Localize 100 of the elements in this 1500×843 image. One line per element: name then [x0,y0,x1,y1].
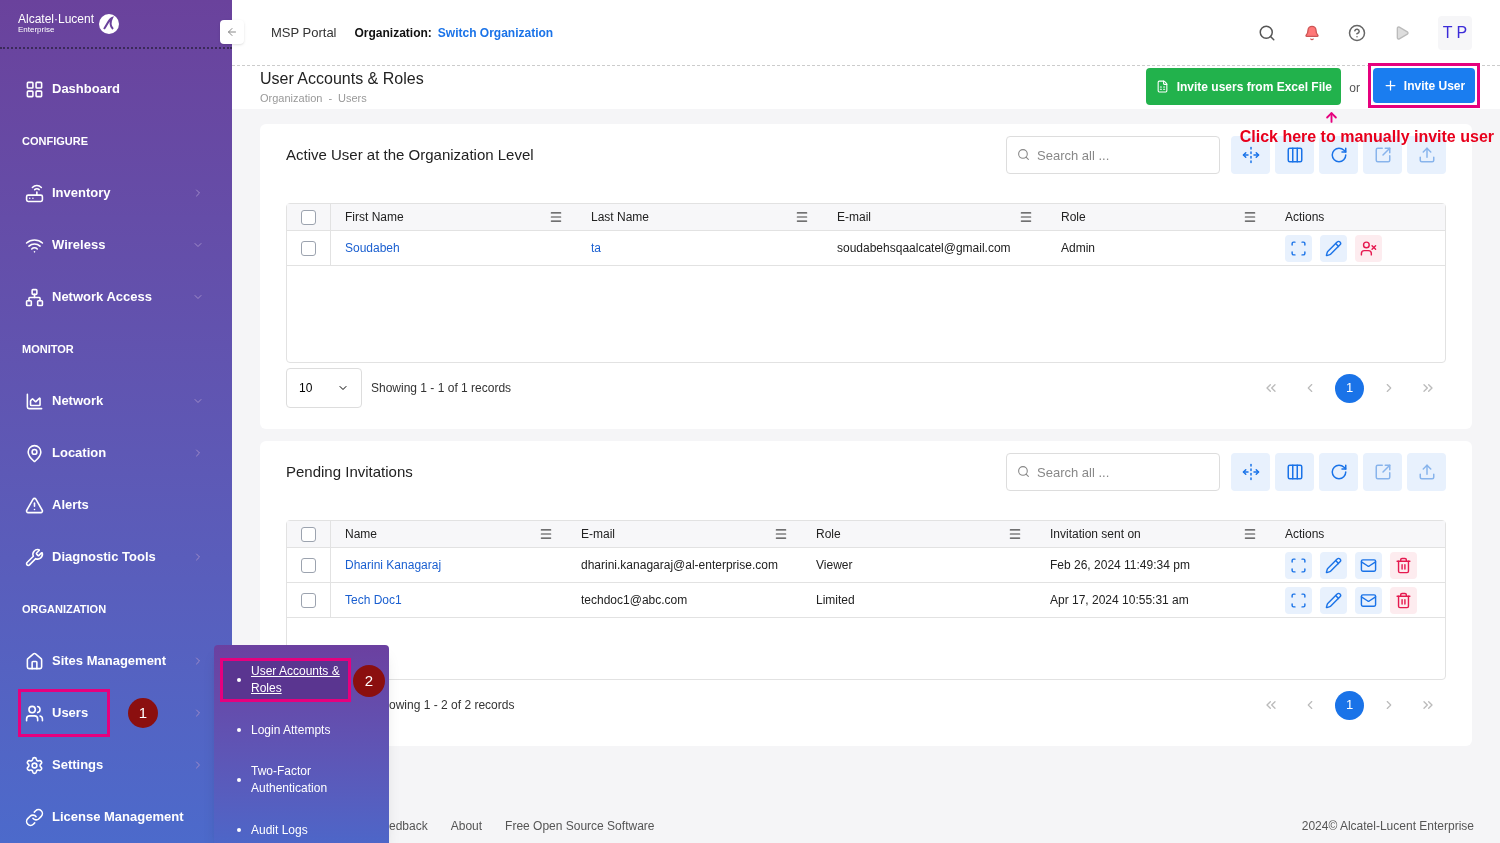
router-icon [25,183,44,203]
pencil-icon [1325,591,1342,609]
sidebar-item[interactable]: Diagnostic Tools [18,533,163,581]
column-menu-icon[interactable] [1243,527,1257,541]
column-menu-icon[interactable] [1008,527,1022,541]
table-link[interactable]: Tech Doc1 [345,593,402,607]
sidebar-item[interactable]: Dashboard [18,65,127,113]
checkbox[interactable] [301,526,316,542]
footer-link[interactable]: edback [389,817,428,835]
wrench-icon [25,547,44,567]
callout-badge: 1 [128,698,158,728]
action-button[interactable] [1285,234,1312,262]
action-button[interactable] [1355,234,1382,262]
checkbox[interactable] [301,209,316,225]
submenu-item[interactable]: Login Attempts [220,708,351,752]
column-menu-icon[interactable] [1243,210,1257,224]
sidebar-item[interactable]: Location [18,429,114,477]
submenu-item[interactable]: Audit Logs [220,808,351,843]
toolbar-button[interactable] [1275,453,1314,491]
sidebar-item[interactable]: Wireless [18,221,113,269]
invite-user-button[interactable]: Invite User [1373,68,1475,103]
warning-icon [25,495,44,515]
pencil-icon [1325,239,1342,257]
submenu-item[interactable]: User Accounts & Roles [220,658,351,702]
records-summary: owing 1 - 2 of 2 records [389,697,515,714]
toolbar-button[interactable] [1231,453,1270,491]
brand-name: Alcatel·Lucent [18,12,95,25]
sidebar-item[interactable]: Settings [18,741,111,789]
action-button[interactable] [1320,586,1347,614]
section-heading: CONFIGURE [22,133,88,149]
sidebar-item[interactable]: Network Access [18,273,159,321]
page-size-select[interactable]: 10 [286,368,362,408]
column-menu-icon[interactable] [1019,210,1033,224]
resize-columns-icon [1241,463,1260,481]
columns-icon [1285,463,1304,481]
checkbox[interactable] [301,240,316,256]
action-button[interactable] [1355,586,1382,614]
section-heading: MONITOR [22,341,74,357]
section-heading: ORGANIZATION [22,601,107,617]
upload-icon [1417,463,1436,481]
footer-link[interactable]: Free Open Source Software [505,817,655,835]
brand-subtitle: Enterprise [18,24,56,35]
sidebar-item[interactable]: Inventory [18,169,118,217]
action-button[interactable] [1320,234,1347,262]
upload-icon [1417,146,1436,164]
table-link[interactable]: Dharini Kanagaraj [345,558,442,572]
table-cell: Limited [816,593,855,607]
action-button[interactable] [1285,586,1312,614]
callout-text: Click here to manually invite user [1239,127,1494,147]
action-button[interactable] [1320,551,1347,579]
user-avatar[interactable]: T P [1438,15,1472,50]
link-icon [25,807,44,827]
column-header: E-mail [837,209,871,226]
help-icon[interactable] [1348,23,1366,42]
plus-icon [1382,78,1398,93]
copyright: 2024© Alcatel-Lucent Enterprise [1301,818,1474,835]
action-button[interactable] [1390,586,1417,614]
column-header: Actions [1285,526,1325,543]
table-cell: Feb 26, 2024 11:49:34 pm [1050,558,1190,572]
table-link[interactable]: Soudabeh [345,241,400,255]
action-button[interactable] [1285,551,1312,579]
action-button[interactable] [1355,551,1382,579]
bell-icon[interactable] [1304,24,1320,41]
table-cell: soudabehsqaalcatel@gmail.com [837,241,1011,255]
toolbar-button[interactable] [1319,453,1358,491]
search-field[interactable]: Search all ... [1006,136,1220,174]
search-icon [1017,148,1030,161]
column-menu-icon[interactable] [549,210,563,224]
footer-link[interactable]: About [450,817,483,835]
organization-label: Organization: [354,24,432,42]
callout-badge: 2 [353,665,385,697]
grid-icon [25,79,44,99]
checkbox[interactable] [301,592,316,608]
column-header: Invitation sent on [1050,526,1141,543]
sidebar-item[interactable]: Sites Management [18,637,174,685]
sidebar-item[interactable]: Network [18,377,111,425]
table-link[interactable]: ta [591,241,601,255]
logo-icon [98,12,121,35]
sidebar-item[interactable]: Alerts [18,481,96,529]
column-header: First Name [345,209,404,226]
column-header: E-mail [581,526,615,543]
column-header: Actions [1285,209,1325,226]
area-chart-icon [25,391,44,411]
page-button[interactable]: 1 [1335,690,1364,720]
switch-organization-link[interactable]: Switch Organization [437,23,554,42]
action-button[interactable] [1390,551,1417,579]
submenu-item[interactable]: Two-Factor Authentication [220,758,351,802]
card-title: Active User at the Organization Level [286,144,534,165]
records-summary: Showing 1 - 1 of 1 records [371,380,512,397]
column-menu-icon[interactable] [795,210,809,224]
column-header: Role [816,526,841,543]
checkbox[interactable] [301,557,316,573]
search-field[interactable]: Search all ... [1006,453,1220,491]
column-menu-icon[interactable] [539,527,553,541]
sidebar-item[interactable]: License Management [18,793,191,841]
page-button[interactable]: 1 [1335,373,1364,403]
search-icon[interactable] [1258,23,1276,42]
mail-icon [1360,556,1377,574]
column-menu-icon[interactable] [774,527,788,541]
trash-icon [1395,591,1412,609]
